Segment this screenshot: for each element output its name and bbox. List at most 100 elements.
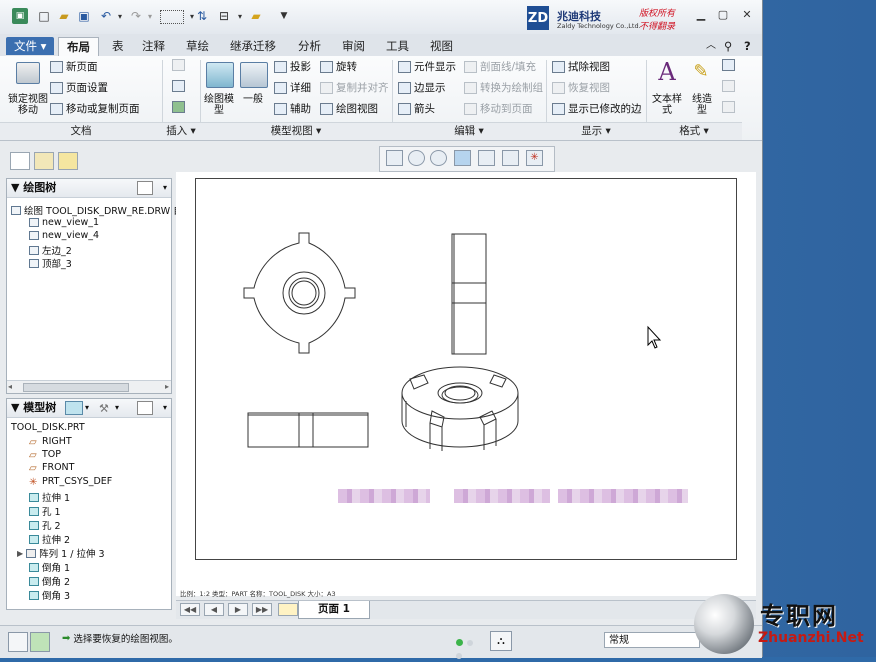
copy-align-button[interactable]: 复制并对齐 (320, 80, 389, 95)
windows-dropdown-icon[interactable]: ▾ (232, 8, 248, 24)
last-page-button[interactable]: ▶▶ (252, 603, 272, 616)
tab-layout[interactable]: 布局 (58, 37, 99, 56)
front-view[interactable] (243, 232, 356, 354)
side-view[interactable] (451, 233, 487, 355)
tree-item-view[interactable]: 顶部_3 (29, 256, 72, 270)
scroll-thumb[interactable] (23, 383, 129, 392)
format-settings-icon[interactable] (722, 59, 735, 71)
first-page-button[interactable]: ◀◀ (180, 603, 200, 616)
minimize-button[interactable]: ▁ (692, 8, 710, 24)
group-display[interactable]: 显示 ▾ (546, 122, 646, 140)
tree-tools-icon[interactable]: ⚒ (99, 400, 109, 418)
folder-browser-tab-icon[interactable] (34, 152, 54, 170)
group-model-views[interactable]: 模型视图 ▾ (200, 122, 392, 140)
select-box-icon[interactable] (160, 10, 184, 24)
tree-settings-dropdown-icon[interactable]: ▾ (163, 179, 167, 197)
tab-view[interactable]: 视图 (422, 37, 461, 55)
general-view-button[interactable]: 一般 (238, 94, 268, 105)
drawing-view-button[interactable]: 绘图视图 (320, 101, 378, 116)
repaint-icon[interactable] (454, 150, 471, 166)
element-display-button[interactable]: 元件显示 (398, 59, 456, 74)
text-style-button[interactable]: 文本样式 (650, 94, 684, 116)
maximize-button[interactable]: ▢ (714, 8, 732, 24)
drawing-tree-root[interactable]: 绘图 TOOL_DISK_DRW_RE.DRW 自 (11, 203, 183, 217)
tree-item-feature[interactable]: 孔 2 (29, 518, 61, 532)
convert-group-button[interactable]: 转换为绘制组 (464, 80, 543, 95)
tree-item-view[interactable]: 左边_2 (29, 243, 72, 257)
find-icon[interactable]: ⛬ (490, 631, 512, 651)
help-icon[interactable]: ? (736, 37, 759, 55)
tree-item-feature[interactable]: 倒角 3 (29, 588, 70, 602)
display-style-icon[interactable] (478, 150, 495, 166)
move-to-page-button[interactable]: 移动到页面 (464, 101, 533, 116)
tab-table[interactable]: 表 (104, 37, 132, 55)
tree-item-datum-plane[interactable]: ▱ RIGHT (29, 436, 72, 448)
tree-item-feature[interactable]: 倒角 1 (29, 560, 70, 574)
tree-item-csys[interactable]: ✳ PRT_CSYS_DEF (29, 476, 112, 488)
tree-item-view[interactable]: new_view_4 (29, 230, 99, 241)
projection-button[interactable]: 投影 (274, 59, 311, 74)
new-page-button[interactable]: 新页面 (50, 59, 98, 74)
format-symbol-icon[interactable] (722, 101, 735, 113)
tab-analysis[interactable]: 分析 (290, 37, 329, 55)
move-copy-page-button[interactable]: 移动或复制页面 (50, 101, 140, 116)
tree-item-datum-plane[interactable]: ▱ FRONT (29, 462, 74, 474)
tree-item-pattern[interactable]: ▶ 阵列 1 / 拉伸 3 (17, 546, 105, 560)
tree-item-feature[interactable]: 孔 1 (29, 504, 61, 518)
browser-toggle-icon[interactable] (30, 632, 50, 652)
tab-sketch[interactable]: 草绘 (178, 37, 217, 55)
restore-view-button[interactable]: 恢复视图 (552, 80, 610, 95)
group-insert[interactable]: 插入 ▾ (162, 122, 200, 140)
undo-dropdown-icon[interactable]: ▾ (112, 8, 128, 24)
model-tree-tab-icon[interactable] (10, 152, 30, 170)
redo-dropdown-icon[interactable]: ▾ (142, 8, 158, 24)
scroll-left-icon[interactable]: ◂ (8, 382, 12, 391)
page-tab-1[interactable]: 页面 1 (298, 601, 370, 619)
open-icon[interactable]: ▰ (56, 8, 72, 24)
app-icon[interactable]: ▣ (12, 8, 28, 24)
tree-item-feature[interactable]: 拉伸 1 (29, 490, 70, 504)
detail-button[interactable]: 详细 (274, 80, 311, 95)
tree-settings-icon[interactable] (137, 181, 153, 195)
lock-view-button[interactable]: 锁定视图移动 (8, 94, 48, 116)
next-page-button[interactable]: ▶ (228, 603, 248, 616)
rotate-button[interactable]: 旋转 (320, 59, 357, 74)
group-edit[interactable]: 编辑 ▾ (392, 122, 546, 140)
expand-arrow-icon[interactable]: ▶ (17, 549, 23, 558)
customize-icon[interactable]: ▼ (276, 8, 292, 24)
tree-settings-icon[interactable] (137, 401, 153, 415)
selection-filter-dropdown[interactable]: 常规 (604, 632, 700, 648)
line-style-button[interactable]: 线造型 (688, 94, 716, 116)
model-tree-root[interactable]: TOOL_DISK.PRT (11, 422, 85, 433)
tree-item-datum-plane[interactable]: ▱ TOP (29, 449, 61, 461)
auxiliary-button[interactable]: 辅助 (274, 101, 311, 116)
tree-tools-dropdown-icon[interactable]: ▾ (115, 399, 119, 417)
edge-display-button[interactable]: 边显示 (398, 80, 446, 95)
graphics-window[interactable] (176, 172, 756, 596)
drawing-model-button[interactable]: 绘图模型 (204, 94, 234, 116)
save-icon[interactable]: ▣ (76, 8, 92, 24)
insert-table-icon[interactable] (172, 80, 185, 92)
navigator-toggle-icon[interactable] (8, 632, 28, 652)
previous-page-button[interactable]: ◀ (204, 603, 224, 616)
tree-item-feature[interactable]: 倒角 2 (29, 574, 70, 588)
new-page-tab-icon[interactable] (278, 603, 298, 616)
tab-annotate[interactable]: 注释 (134, 37, 173, 55)
arrow-button[interactable]: 箭头 (398, 101, 435, 116)
tab-review[interactable]: 审阅 (334, 37, 373, 55)
drawing-tree-scrollbar[interactable]: ◂ ▸ (7, 380, 171, 393)
top-view[interactable] (247, 412, 369, 448)
format-hatch-icon[interactable] (722, 80, 735, 92)
erase-view-button[interactable]: 拭除视图 (552, 59, 610, 74)
new-icon[interactable]: □ (36, 8, 52, 24)
page-setup-button[interactable]: 页面设置 (50, 80, 108, 95)
isometric-view[interactable] (401, 366, 519, 451)
tab-tools[interactable]: 工具 (378, 37, 417, 55)
scroll-right-icon[interactable]: ▸ (165, 382, 169, 391)
refit-icon[interactable] (386, 150, 403, 166)
annotation-display-icon[interactable]: ✳ (526, 150, 543, 166)
tree-settings-dropdown-icon[interactable]: ▾ (163, 399, 167, 417)
folder-icon[interactable]: ▰ (248, 8, 264, 24)
close-button[interactable]: ✕ (738, 8, 756, 24)
insert-image-icon[interactable] (172, 101, 185, 113)
